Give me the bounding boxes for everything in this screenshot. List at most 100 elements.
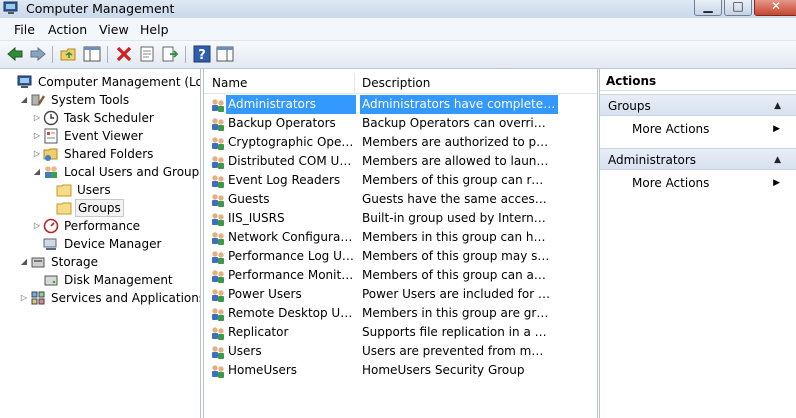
table-row[interactable]: HomeUsers HomeUsers Security Group: [204, 361, 597, 380]
table-row[interactable]: Remote Desktop Users Members in this grou…: [204, 304, 597, 323]
computer-management-icon: [3, 1, 19, 16]
collapse-triangle-icon[interactable]: ▲: [774, 95, 781, 117]
table-row[interactable]: Administrators Administrators have comple…: [204, 95, 597, 114]
table-row[interactable]: Network Configuratio... Members in this g…: [204, 228, 597, 247]
toolbar: ?: [0, 41, 796, 69]
more-actions-groups[interactable]: More Actions ▶: [600, 118, 796, 140]
maximize-icon: □: [732, 0, 744, 13]
column-divider[interactable]: [354, 73, 355, 93]
toolbar-separator: [52, 46, 53, 63]
table-row[interactable]: Cryptographic Operat... Members are autho…: [204, 133, 597, 152]
group-description-cell: Members are authorized to perfor...: [362, 135, 550, 149]
expanded-arrow-icon[interactable]: ◢: [19, 253, 29, 271]
up-folder-icon[interactable]: [60, 45, 78, 63]
table-row[interactable]: Event Log Readers Members of this group c…: [204, 171, 597, 190]
console-tree-pane: Computer Management (Local) ◢ System Tools…: [0, 69, 201, 418]
actions-section-groups[interactable]: Groups ▲: [600, 94, 796, 116]
group-icon: [210, 249, 226, 265]
close-icon: ✕: [770, 0, 782, 13]
actions-title: Actions: [600, 69, 796, 91]
collapsed-arrow-icon[interactable]: ▷: [19, 289, 29, 307]
group-icon: [210, 97, 226, 113]
export-list-icon[interactable]: [161, 45, 179, 63]
toolbar-separator: [107, 46, 108, 63]
list-header: Name Description: [204, 73, 597, 94]
group-name-cell: Cryptographic Operat...: [228, 135, 356, 149]
table-row[interactable]: Performance Log Users Members of this gro…: [204, 247, 597, 266]
collapse-triangle-icon[interactable]: ▲: [774, 149, 781, 171]
collapsed-arrow-icon[interactable]: ▷: [32, 127, 42, 145]
group-name-cell: Remote Desktop Users: [228, 306, 356, 320]
device-manager-icon: [43, 236, 59, 252]
menu-file[interactable]: File: [14, 22, 35, 37]
group-description-cell: Members in this group can have s...: [362, 230, 550, 244]
column-header-description[interactable]: Description: [362, 76, 430, 90]
toolbar-separator: [185, 46, 186, 63]
groups-list-pane: Name Description Administrators Administr…: [203, 69, 598, 418]
menu-bar: File Action View Help: [0, 18, 796, 41]
back-arrow-icon[interactable]: [6, 45, 24, 63]
expanded-arrow-icon[interactable]: ◢: [32, 163, 42, 181]
tree-item-label: Users: [77, 183, 111, 197]
table-row[interactable]: Backup Operators Backup Operators can ove…: [204, 114, 597, 133]
group-name-cell: Network Configuratio...: [228, 230, 356, 244]
group-icon: [210, 344, 226, 360]
forward-arrow-icon[interactable]: [29, 45, 47, 63]
minimize-button[interactable]: ▁: [694, 0, 722, 16]
menu-view[interactable]: View: [99, 22, 129, 37]
group-description-cell: Members in this group are grante...: [362, 306, 550, 320]
table-row[interactable]: Performance Monitor ... Members of this g…: [204, 266, 597, 285]
computer-management-icon: [17, 74, 33, 90]
properties-icon[interactable]: [138, 45, 156, 63]
tree-item-label: Event Viewer: [64, 129, 143, 143]
help-icon[interactable]: ?: [193, 45, 211, 63]
group-icon: [210, 306, 226, 322]
group-description-cell: Administrators have complete an...: [360, 95, 558, 114]
title-bar: Computer Management ▁ □ ✕: [0, 0, 796, 18]
group-icon: [210, 363, 226, 379]
menu-action[interactable]: Action: [48, 22, 87, 37]
maximize-button[interactable]: □: [724, 0, 752, 16]
table-row[interactable]: Replicator Supports file replication in a…: [204, 323, 597, 342]
group-name-cell: Replicator: [228, 325, 289, 339]
actions-section-administrators[interactable]: Administrators ▲: [600, 148, 796, 170]
more-actions-label: More Actions: [632, 176, 710, 190]
group-name-cell: Performance Log Users: [228, 249, 356, 263]
tree-item-label: Local Users and Groups: [64, 165, 201, 179]
services-icon: [30, 290, 46, 306]
tree-item-label: Computer Management (Local): [38, 75, 201, 89]
collapsed-arrow-icon[interactable]: ▷: [32, 109, 42, 127]
show-hide-tree-icon[interactable]: [83, 45, 101, 63]
expanded-arrow-icon[interactable]: ◢: [19, 91, 29, 109]
folder-icon: [56, 182, 72, 198]
delete-icon[interactable]: [115, 45, 133, 63]
table-row[interactable]: IIS_IUSRS Built-in group used by Internet…: [204, 209, 597, 228]
tree-item-label: Groups: [75, 199, 124, 217]
collapsed-arrow-icon[interactable]: ▷: [32, 217, 42, 235]
table-row[interactable]: Distributed COM Users Members are allowed…: [204, 152, 597, 171]
shared-folders-icon: [43, 146, 59, 162]
table-row[interactable]: Power Users Power Users are included for …: [204, 285, 597, 304]
actions-section-label: Groups: [608, 99, 651, 113]
tree-item-label: Storage: [51, 255, 98, 269]
group-icon: [210, 287, 226, 303]
more-actions-administrators[interactable]: More Actions ▶: [600, 172, 796, 194]
column-header-name[interactable]: Name: [212, 76, 247, 90]
collapsed-arrow-icon[interactable]: ▷: [32, 145, 42, 163]
group-icon: [210, 154, 226, 170]
task-scheduler-icon: [43, 110, 59, 126]
group-name-cell: HomeUsers: [228, 363, 298, 377]
group-name-cell: Users: [228, 344, 262, 358]
table-row[interactable]: Guests Guests have the same access as m..…: [204, 190, 597, 209]
table-row[interactable]: Users Users are prevented from making ...: [204, 342, 597, 361]
group-icon: [210, 135, 226, 151]
group-description-cell: Power Users are included for back...: [362, 287, 550, 301]
close-button[interactable]: ✕: [754, 0, 796, 16]
storage-icon: [30, 254, 46, 270]
show-hide-action-pane-icon[interactable]: [216, 45, 234, 63]
tree-item-label: Task Scheduler: [64, 111, 154, 125]
menu-help[interactable]: Help: [140, 22, 169, 37]
submenu-arrow-icon: ▶: [773, 124, 780, 134]
system-tools-icon: [30, 92, 46, 108]
tree-item-label: Disk Management: [64, 273, 173, 287]
